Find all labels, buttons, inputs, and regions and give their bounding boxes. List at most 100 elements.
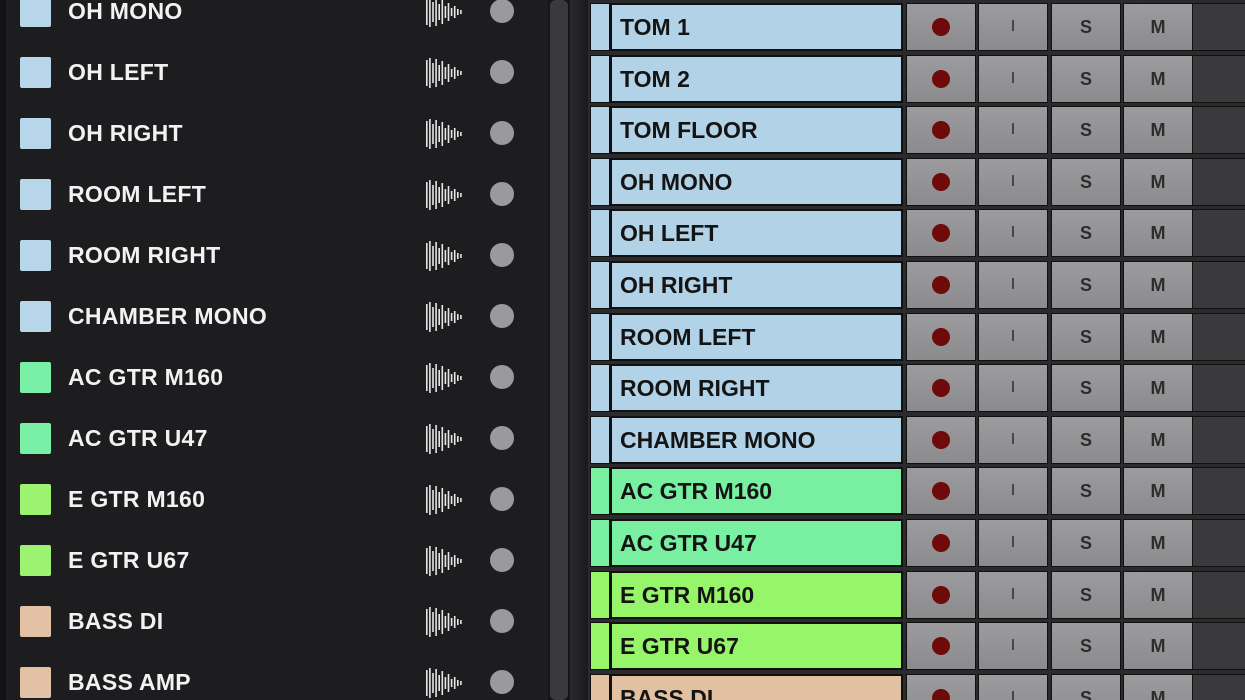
track-color-swatch[interactable] bbox=[20, 240, 51, 271]
record-arm-button[interactable] bbox=[906, 364, 976, 413]
mute-button[interactable]: M bbox=[1123, 622, 1193, 671]
waveform-icon[interactable] bbox=[424, 240, 464, 272]
input-monitor-button[interactable]: I bbox=[978, 364, 1048, 413]
track-color-chip[interactable] bbox=[590, 570, 610, 619]
track-color-swatch[interactable] bbox=[20, 484, 51, 515]
record-arm-button[interactable] bbox=[906, 106, 976, 155]
track-list-item[interactable]: BASS DI bbox=[6, 591, 548, 652]
status-dot-icon[interactable] bbox=[490, 60, 514, 84]
mute-button[interactable]: M bbox=[1123, 54, 1193, 103]
solo-button[interactable]: S bbox=[1051, 209, 1121, 258]
input-monitor-button[interactable]: I bbox=[978, 673, 1048, 700]
track-color-chip[interactable] bbox=[590, 312, 610, 361]
track-color-swatch[interactable] bbox=[20, 179, 51, 210]
mute-button[interactable]: M bbox=[1123, 519, 1193, 567]
track-color-swatch[interactable] bbox=[20, 667, 51, 698]
mute-button[interactable]: M bbox=[1123, 570, 1193, 619]
status-dot-icon[interactable] bbox=[490, 182, 514, 206]
track-color-chip[interactable] bbox=[590, 622, 610, 671]
solo-button[interactable]: S bbox=[1051, 261, 1121, 309]
status-dot-icon[interactable] bbox=[490, 0, 514, 23]
record-arm-button[interactable] bbox=[906, 570, 976, 619]
input-monitor-button[interactable]: I bbox=[978, 3, 1048, 51]
track-name-field[interactable]: ROOM RIGHT bbox=[610, 364, 903, 413]
record-arm-button[interactable] bbox=[906, 3, 976, 51]
mute-button[interactable]: M bbox=[1123, 261, 1193, 309]
status-dot-icon[interactable] bbox=[490, 121, 514, 145]
input-monitor-button[interactable]: I bbox=[978, 622, 1048, 671]
track-color-swatch[interactable] bbox=[20, 545, 51, 576]
solo-button[interactable]: S bbox=[1051, 312, 1121, 361]
mute-button[interactable]: M bbox=[1123, 157, 1193, 206]
waveform-icon[interactable] bbox=[424, 179, 464, 211]
waveform-icon[interactable] bbox=[424, 0, 464, 28]
track-color-chip[interactable] bbox=[590, 519, 610, 567]
solo-button[interactable]: S bbox=[1051, 673, 1121, 700]
status-dot-icon[interactable] bbox=[490, 609, 514, 633]
track-color-chip[interactable] bbox=[590, 467, 610, 516]
solo-button[interactable]: S bbox=[1051, 106, 1121, 155]
mute-button[interactable]: M bbox=[1123, 467, 1193, 516]
mute-button[interactable]: M bbox=[1123, 364, 1193, 413]
input-monitor-button[interactable]: I bbox=[978, 261, 1048, 309]
track-list-item[interactable]: CHAMBER MONO bbox=[6, 286, 548, 347]
track-name-field[interactable]: TOM 1 bbox=[610, 3, 903, 51]
solo-button[interactable]: S bbox=[1051, 3, 1121, 51]
waveform-icon[interactable] bbox=[424, 57, 464, 89]
track-list-scrollbar[interactable] bbox=[548, 0, 570, 700]
status-dot-icon[interactable] bbox=[490, 670, 514, 694]
track-color-chip[interactable] bbox=[590, 157, 610, 206]
track-name-field[interactable]: TOM FLOOR bbox=[610, 106, 903, 155]
track-color-chip[interactable] bbox=[590, 673, 610, 700]
mute-button[interactable]: M bbox=[1123, 106, 1193, 155]
track-name-field[interactable]: OH RIGHT bbox=[610, 261, 903, 309]
track-color-chip[interactable] bbox=[590, 415, 610, 464]
track-list-item[interactable]: AC GTR U47 bbox=[6, 408, 548, 469]
input-monitor-button[interactable]: I bbox=[978, 106, 1048, 155]
track-color-swatch[interactable] bbox=[20, 57, 51, 88]
track-name-field[interactable]: E GTR M160 bbox=[610, 570, 903, 619]
mute-button[interactable]: M bbox=[1123, 312, 1193, 361]
record-arm-button[interactable] bbox=[906, 54, 976, 103]
panel-divider[interactable] bbox=[570, 0, 588, 700]
track-name-field[interactable]: TOM 2 bbox=[610, 54, 903, 103]
solo-button[interactable]: S bbox=[1051, 157, 1121, 206]
track-color-swatch[interactable] bbox=[20, 423, 51, 454]
mute-button[interactable]: M bbox=[1123, 3, 1193, 51]
track-list-item[interactable]: ROOM LEFT bbox=[6, 164, 548, 225]
waveform-icon[interactable] bbox=[424, 423, 464, 455]
waveform-icon[interactable] bbox=[424, 606, 464, 638]
input-monitor-button[interactable]: I bbox=[978, 157, 1048, 206]
status-dot-icon[interactable] bbox=[490, 365, 514, 389]
track-name-field[interactable]: BASS DI bbox=[610, 673, 903, 700]
track-name-field[interactable]: E GTR U67 bbox=[610, 622, 903, 671]
record-arm-button[interactable] bbox=[906, 157, 976, 206]
waveform-icon[interactable] bbox=[424, 118, 464, 150]
track-name-field[interactable]: AC GTR U47 bbox=[610, 519, 903, 567]
track-color-chip[interactable] bbox=[590, 261, 610, 309]
record-arm-button[interactable] bbox=[906, 209, 976, 258]
status-dot-icon[interactable] bbox=[490, 487, 514, 511]
input-monitor-button[interactable]: I bbox=[978, 209, 1048, 258]
track-name-field[interactable]: AC GTR M160 bbox=[610, 467, 903, 516]
status-dot-icon[interactable] bbox=[490, 426, 514, 450]
track-color-swatch[interactable] bbox=[20, 118, 51, 149]
solo-button[interactable]: S bbox=[1051, 364, 1121, 413]
track-list-item[interactable]: AC GTR M160 bbox=[6, 347, 548, 408]
input-monitor-button[interactable]: I bbox=[978, 312, 1048, 361]
track-list-item[interactable]: BASS AMP bbox=[6, 652, 548, 700]
mute-button[interactable]: M bbox=[1123, 673, 1193, 700]
waveform-icon[interactable] bbox=[424, 545, 464, 577]
input-monitor-button[interactable]: I bbox=[978, 415, 1048, 464]
solo-button[interactable]: S bbox=[1051, 519, 1121, 567]
waveform-icon[interactable] bbox=[424, 484, 464, 516]
waveform-icon[interactable] bbox=[424, 667, 464, 699]
track-list-item[interactable]: OH MONO bbox=[6, 0, 548, 42]
input-monitor-button[interactable]: I bbox=[978, 54, 1048, 103]
track-list-item[interactable]: ROOM RIGHT bbox=[6, 225, 548, 286]
input-monitor-button[interactable]: I bbox=[978, 570, 1048, 619]
input-monitor-button[interactable]: I bbox=[978, 467, 1048, 516]
status-dot-icon[interactable] bbox=[490, 304, 514, 328]
status-dot-icon[interactable] bbox=[490, 548, 514, 572]
track-color-chip[interactable] bbox=[590, 54, 610, 103]
